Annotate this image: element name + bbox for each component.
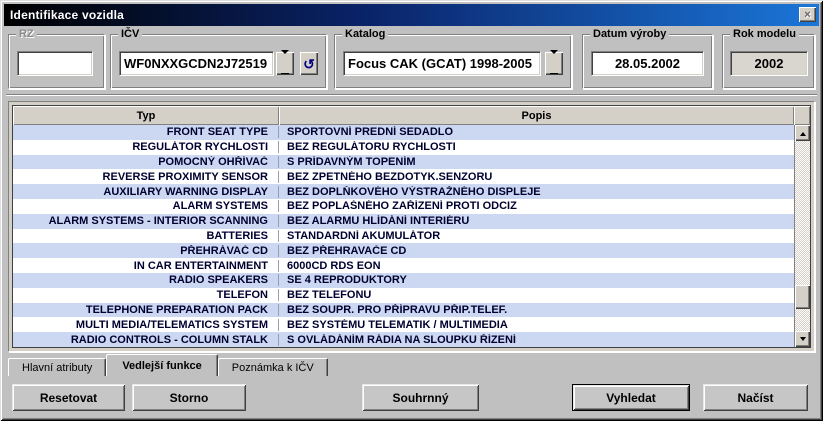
typ-cell: REGULÁTOR RYCHLOSTI: [13, 141, 279, 153]
scroll-up-button[interactable]: [795, 125, 810, 141]
refresh-icon: ↺: [303, 57, 315, 71]
tab-vedlejsi-funkce[interactable]: Vedlejší funkce: [106, 354, 217, 376]
popis-cell: S PRÍDAVNÝM TOPENÍM: [279, 156, 794, 168]
arrow-down-icon: [800, 337, 806, 344]
icv-dropdown-button[interactable]: [276, 52, 294, 75]
typ-cell: POMOCNÝ OHŘÍVAČ: [13, 156, 279, 168]
popis-cell: BEZ REGULÁTORU RYCHLOSTI: [279, 141, 794, 153]
typ-cell: RADIO SPEAKERS: [13, 274, 279, 286]
chevron-down-icon: [281, 54, 289, 74]
vertical-scrollbar[interactable]: [794, 125, 810, 347]
popis-cell: SPORTOVNÍ PREDNÍ SEDADLO: [279, 126, 794, 138]
window-title: Identifikace vozidla: [10, 8, 124, 22]
katalog-label: Katalog: [342, 28, 388, 41]
rok-modelu-group: Rok modelu 2002: [722, 34, 815, 89]
attributes-grid-frame: Typ Popis FRONT SEAT TYPESPORTOVNÍ PREDN…: [8, 101, 815, 352]
typ-cell: RADIO CONTROLS - COLUMN STALK: [13, 334, 279, 346]
attributes-grid: Typ Popis FRONT SEAT TYPESPORTOVNÍ PREDN…: [12, 105, 811, 348]
scrollbar-thumb[interactable]: [795, 285, 810, 309]
table-row[interactable]: TELEPHONE PREPARATION PACKBEZ SOUPR. PRO…: [13, 303, 794, 318]
typ-cell: IN CAR ENTERTAINMENT: [13, 260, 279, 272]
popis-cell: BEZ POPLAŠNÉHO ZAŘÍZENÍ PROTI ODCIZ: [279, 200, 794, 212]
typ-cell: ALARM SYSTEMS: [13, 200, 279, 212]
popis-cell: 6000CD RDS EON: [279, 260, 794, 272]
rok-modelu-value: 2002: [730, 51, 808, 76]
datum-vyroby-label: Datum výroby: [590, 28, 669, 41]
popis-cell: BEZ ALARMU HLÍDÁNÍ INTERIÉRU: [279, 215, 794, 227]
rz-input[interactable]: [17, 51, 93, 76]
icv-group: IČV ↺: [110, 34, 327, 89]
rok-modelu-label: Rok modelu: [730, 28, 799, 41]
title-bar[interactable]: Identifikace vozidla ×: [4, 4, 819, 26]
typ-cell: ALARM SYSTEMS - INTERIOR SCANNING: [13, 215, 279, 227]
typ-cell: TELEPHONE PREPARATION PACK: [13, 304, 279, 316]
rz-group: RZ: [8, 34, 105, 89]
table-row[interactable]: POMOCNÝ OHŘÍVAČS PRÍDAVNÝM TOPENÍM: [13, 155, 794, 170]
katalog-dropdown-button[interactable]: [545, 52, 563, 75]
table-row[interactable]: PŘEHRÁVAČ CDBEZ PŘEHRAVAČE CD: [13, 243, 794, 258]
table-row[interactable]: RADIO SPEAKERSSE 4 REPRODUKTORY: [13, 273, 794, 288]
table-row[interactable]: REVERSE PROXIMITY SENSORBEZ ZPETNÉHO BEZ…: [13, 169, 794, 184]
datum-vyroby-value[interactable]: 28.05.2002: [591, 51, 704, 76]
reset-button[interactable]: Resetovat: [12, 384, 125, 411]
typ-cell: TELEFON: [13, 289, 279, 301]
search-button[interactable]: Vyhledat: [572, 384, 690, 411]
popis-cell: BEZ ZPETNÉHO BEZDOTYK.SENZORU: [279, 171, 794, 183]
column-header-filler: [794, 106, 810, 125]
table-row[interactable]: RADIO CONTROLS - COLUMN STALKS OVLÁDÁNÍM…: [13, 332, 794, 347]
table-row[interactable]: REGULÁTOR RYCHLOSTIBEZ REGULÁTORU RYCHLO…: [13, 140, 794, 155]
bottom-tab-bar: Hlavní atributy Vedlejší funkce Poznámka…: [8, 354, 328, 376]
katalog-input[interactable]: [343, 51, 541, 76]
tab-poznamka-k-icv[interactable]: Poznámka k IČV: [218, 358, 328, 376]
popis-cell: BEZ TELEFONU: [279, 289, 794, 301]
separator-line: [6, 94, 817, 96]
column-header-popis[interactable]: Popis: [279, 106, 794, 125]
table-row[interactable]: BATTERIESSTANDARDNÍ AKUMULÁTOR: [13, 229, 794, 244]
datum-vyroby-group: Datum výroby 28.05.2002: [582, 34, 713, 89]
icv-input[interactable]: [119, 51, 274, 76]
popis-cell: BEZ SOUPR. PRO PŘÍPRAVU PŘIP.TELEF.: [279, 304, 794, 316]
katalog-group: Katalog: [334, 34, 572, 89]
grid-rows: FRONT SEAT TYPESPORTOVNÍ PREDNÍ SEDADLOR…: [13, 125, 794, 347]
table-row[interactable]: IN CAR ENTERTAINMENT6000CD RDS EON: [13, 258, 794, 273]
typ-cell: BATTERIES: [13, 230, 279, 242]
grid-header: Typ Popis: [13, 106, 810, 125]
table-row[interactable]: TELEFONBEZ TELEFONU: [13, 288, 794, 303]
column-header-typ[interactable]: Typ: [13, 106, 279, 125]
table-row[interactable]: ALARM SYSTEMS - INTERIOR SCANNINGBEZ ALA…: [13, 214, 794, 229]
close-icon: ×: [804, 9, 810, 21]
popis-cell: BEZ DOPLŇKOVÉHO VÝSTRAŽNÉHO DISPLEJE: [279, 186, 794, 198]
arrow-up-icon: [800, 129, 806, 136]
tab-hlavni-atributy[interactable]: Hlavní atributy: [8, 358, 106, 376]
table-row[interactable]: AUXILIARY WARNING DISPLAYBEZ DOPLŇKOVÉHO…: [13, 184, 794, 199]
table-row[interactable]: ALARM SYSTEMSBEZ POPLAŠNÉHO ZAŘÍZENÍ PRO…: [13, 199, 794, 214]
chevron-down-icon: [550, 54, 558, 74]
popis-cell: S OVLÁDÁNÍM RÁDIA NA SLOUPKU ŘÍZENÍ: [279, 334, 794, 346]
popis-cell: STANDARDNÍ AKUMULÁTOR: [279, 230, 794, 242]
table-row[interactable]: FRONT SEAT TYPESPORTOVNÍ PREDNÍ SEDADLO: [13, 125, 794, 140]
typ-cell: REVERSE PROXIMITY SENSOR: [13, 171, 279, 183]
identifikace-vozidla-dialog: Identifikace vozidla × RZ IČV ↺ Katalog …: [0, 0, 823, 421]
rz-label: RZ: [16, 28, 37, 41]
table-row[interactable]: MULTI MEDIA/TELEMATICS SYSTEMBEZ SYSTÉMU…: [13, 317, 794, 332]
close-button[interactable]: ×: [799, 7, 816, 22]
typ-cell: AUXILIARY WARNING DISPLAY: [13, 186, 279, 198]
summary-button[interactable]: Souhrnný: [362, 384, 479, 411]
cancel-button[interactable]: Storno: [132, 384, 246, 411]
popis-cell: BEZ PŘEHRAVAČE CD: [279, 245, 794, 257]
popis-cell: SE 4 REPRODUKTORY: [279, 274, 794, 286]
load-button[interactable]: Načíst: [703, 384, 808, 411]
icv-label: IČV: [118, 28, 142, 41]
scroll-down-button[interactable]: [795, 331, 810, 347]
typ-cell: MULTI MEDIA/TELEMATICS SYSTEM: [13, 319, 279, 331]
popis-cell: BEZ SYSTÉMU TELEMATIK / MULTIMEDIA: [279, 319, 794, 331]
typ-cell: PŘEHRÁVAČ CD: [13, 245, 279, 257]
typ-cell: FRONT SEAT TYPE: [13, 126, 279, 138]
icv-refresh-button[interactable]: ↺: [300, 52, 318, 75]
